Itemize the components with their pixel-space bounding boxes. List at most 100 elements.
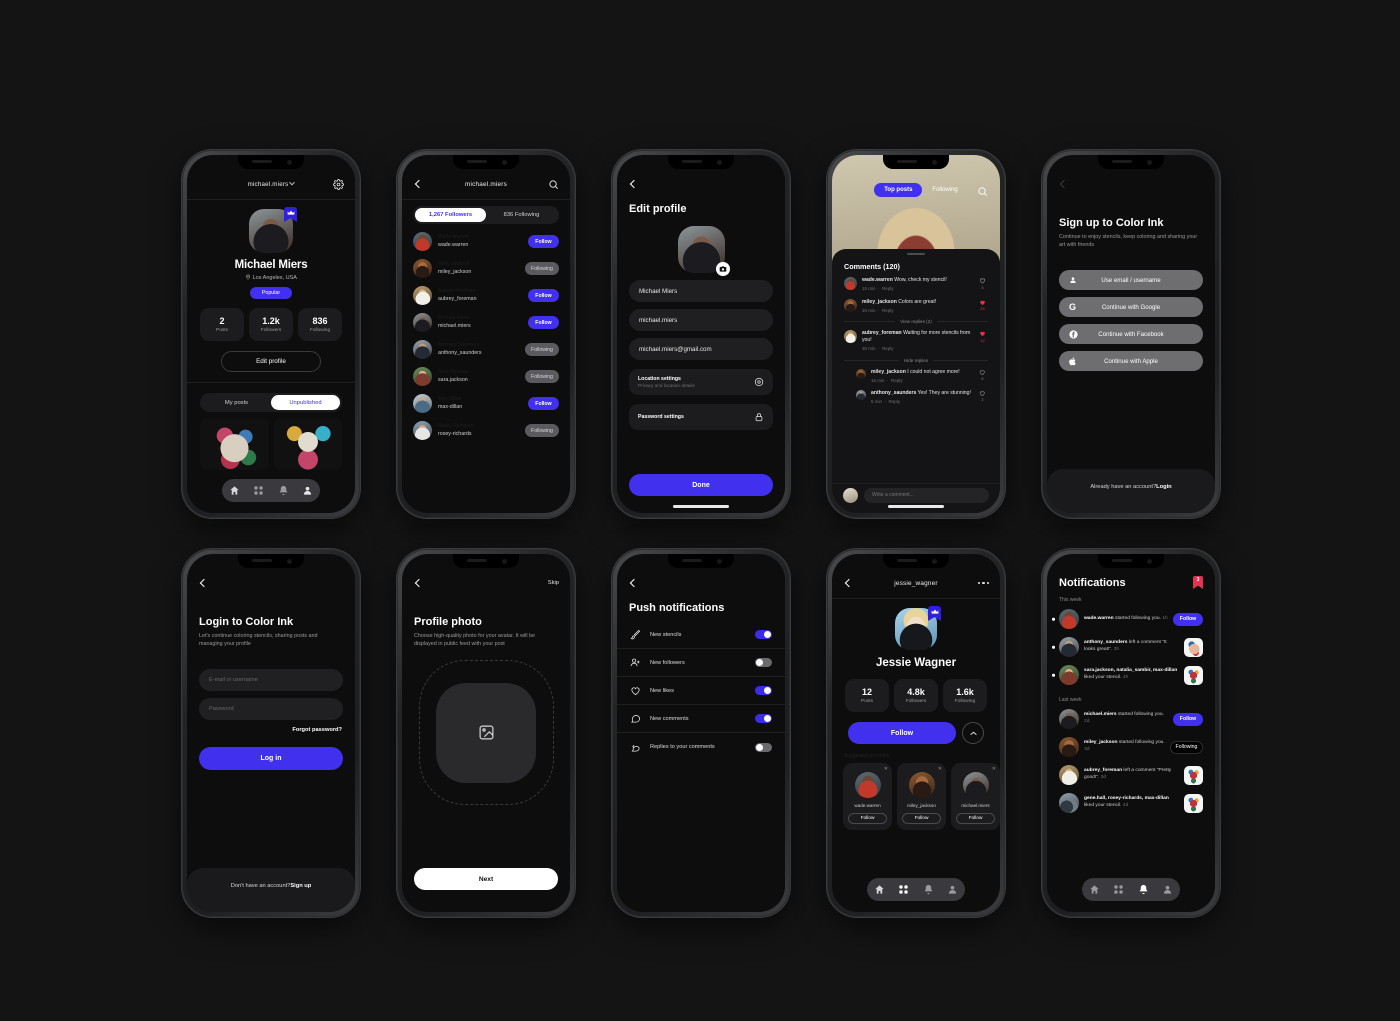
following-button[interactable]: Following	[525, 343, 559, 356]
username-field[interactable]: michael.miers	[629, 309, 773, 331]
follow-button[interactable]: Follow	[528, 235, 559, 248]
post-thumbnail[interactable]	[1184, 637, 1203, 657]
list-item[interactable]: Aubrey Foreman aubrey_foreman Follow	[402, 282, 570, 309]
signup-apple-button[interactable]: Continue with Apple	[1059, 351, 1203, 371]
notification-item[interactable]: sara.jackson, natalia_sambir, max-dillan…	[1047, 661, 1215, 689]
notification-item[interactable]: anthony_saunders left a comment “It look…	[1047, 633, 1215, 661]
suggested-card[interactable]: ✕ miley_jackson Follow	[897, 763, 946, 830]
signup-footer[interactable]: Already have an account? Login	[1047, 469, 1215, 513]
toggle-replies[interactable]	[755, 742, 772, 752]
close-icon[interactable]: ✕	[884, 766, 888, 772]
following-button[interactable]: Following	[1170, 740, 1203, 754]
bell-icon[interactable]	[1138, 884, 1149, 895]
push-row-new-stencils[interactable]: New stencils	[617, 621, 785, 649]
notification-item[interactable]: miley_jackson started following you. 3d …	[1047, 733, 1215, 761]
person-icon[interactable]	[947, 884, 958, 895]
list-item[interactable]: Sara Jackson sara.jackson Following	[402, 363, 570, 390]
done-button[interactable]: Done	[629, 474, 773, 496]
follow-button[interactable]: Follow	[956, 813, 995, 824]
photo-dropzone[interactable]	[418, 660, 554, 805]
toggle-new-followers[interactable]	[755, 658, 772, 667]
email-field[interactable]: michael.miers@gmail.com	[629, 338, 773, 360]
tab-following[interactable]: Following	[932, 187, 957, 193]
post-thumbnail[interactable]	[273, 418, 342, 470]
like-button[interactable]: 2	[977, 390, 988, 406]
next-button[interactable]: Next	[414, 868, 558, 890]
tab-followers[interactable]: 1,267 Followers	[415, 208, 486, 222]
back-icon[interactable]	[628, 578, 638, 588]
skip-button[interactable]: Skip	[548, 580, 559, 586]
suggested-card[interactable]: ✕ michael.miers Follow	[951, 763, 1000, 830]
edit-profile-button[interactable]: Edit profile	[221, 351, 321, 372]
notification-item[interactable]: gene.hall, rosey-richards, max-dillan li…	[1047, 789, 1215, 817]
signup-facebook-button[interactable]: Continue with Facebook	[1059, 324, 1203, 344]
bell-icon[interactable]	[923, 884, 934, 895]
follow-button[interactable]: Follow	[902, 813, 941, 824]
signup-google-button[interactable]: G Continue with Google	[1059, 297, 1203, 317]
like-button[interactable]: 5	[977, 277, 988, 293]
hide-replies-divider[interactable]: Hide replies	[832, 353, 1000, 363]
photo-placeholder[interactable]	[436, 682, 536, 783]
bookmark-badge[interactable]: 3	[1193, 576, 1203, 589]
signup-email-button[interactable]: Use email / username	[1059, 270, 1203, 290]
login-link[interactable]: Login	[1156, 484, 1171, 490]
notification-item[interactable]: aubrey_foreman left a comment “Pretty go…	[1047, 761, 1215, 789]
close-icon[interactable]: ✕	[992, 766, 996, 772]
login-button[interactable]: Log in	[199, 747, 343, 770]
bell-icon[interactable]	[278, 485, 289, 496]
name-field[interactable]: Michael Miers	[629, 280, 773, 302]
follow-button[interactable]: Follow	[1173, 612, 1203, 626]
post-thumbnail[interactable]	[1184, 765, 1203, 785]
email-input[interactable]: E-mail or username	[199, 669, 343, 691]
follow-button[interactable]: Follow	[848, 722, 956, 744]
follow-button[interactable]: Follow	[1173, 712, 1203, 726]
password-settings-row[interactable]: Password settings	[629, 404, 773, 430]
expand-button[interactable]	[962, 722, 984, 744]
close-icon[interactable]: ✕	[938, 766, 942, 772]
toggle-new-stencils[interactable]	[755, 630, 772, 639]
list-item[interactable]: Max Dillan max-dillan Follow	[402, 390, 570, 417]
toggle-new-comments[interactable]	[755, 714, 772, 723]
post-thumbnail[interactable]	[1184, 665, 1203, 685]
follow-button[interactable]: Follow	[528, 397, 559, 410]
tab-unpublished[interactable]: Unpublished	[271, 395, 340, 410]
camera-button[interactable]	[715, 262, 730, 276]
signup-link[interactable]: Sign up	[290, 883, 311, 889]
home-icon[interactable]	[874, 884, 885, 895]
list-item[interactable]: Anthony Saunders anthony_saunders Followi…	[402, 336, 570, 363]
tab-top-posts[interactable]: Top posts	[874, 183, 923, 197]
login-footer[interactable]: Don't have an account? Sign up	[187, 868, 355, 912]
push-row-new-followers[interactable]: New followers	[617, 649, 785, 677]
follow-button[interactable]: Follow	[528, 316, 559, 329]
list-item[interactable]: Wade Warren wade.warren Follow	[402, 228, 570, 255]
suggested-card[interactable]: ✕ wade.warren Follow	[843, 763, 892, 830]
back-icon[interactable]	[1058, 179, 1068, 189]
like-button[interactable]: 8	[977, 369, 988, 385]
person-icon[interactable]	[1162, 884, 1173, 895]
back-icon[interactable]	[413, 578, 423, 588]
like-button[interactable]: 25	[977, 299, 988, 315]
tab-my-posts[interactable]: My posts	[202, 395, 271, 410]
toggle-new-likes[interactable]	[755, 686, 772, 695]
notification-item[interactable]: michael.miers started following you. 2d …	[1047, 705, 1215, 733]
password-input[interactable]: Password	[199, 698, 343, 720]
push-row-replies[interactable]: Replies to your comments	[617, 733, 785, 761]
stat-following[interactable]: 836 Following	[298, 308, 342, 341]
push-row-new-comments[interactable]: New comments	[617, 705, 785, 733]
list-item[interactable]: Miley Jackson miley_jackson Following	[402, 255, 570, 282]
forgot-password-link[interactable]: Forgot password?	[187, 720, 355, 733]
home-icon[interactable]	[229, 485, 240, 496]
following-button[interactable]: Following	[525, 262, 559, 275]
following-button[interactable]: Following	[525, 424, 559, 437]
list-item[interactable]: Michael Miers michael.miers Follow	[402, 309, 570, 336]
post-thumbnail[interactable]	[200, 418, 269, 470]
notification-item[interactable]: wade.warren started following you. 1h Fo…	[1047, 605, 1215, 633]
home-icon[interactable]	[1089, 884, 1100, 895]
like-button[interactable]: 12	[977, 330, 988, 352]
person-icon[interactable]	[302, 485, 313, 496]
list-item[interactable]: Rosey Richards rosey-richards Following	[402, 417, 570, 444]
back-icon[interactable]	[198, 578, 208, 588]
comment-input[interactable]: Write a comment...	[864, 487, 989, 503]
follow-button[interactable]: Follow	[848, 813, 887, 824]
view-replies-divider[interactable]: View replies (2)	[832, 314, 1000, 324]
